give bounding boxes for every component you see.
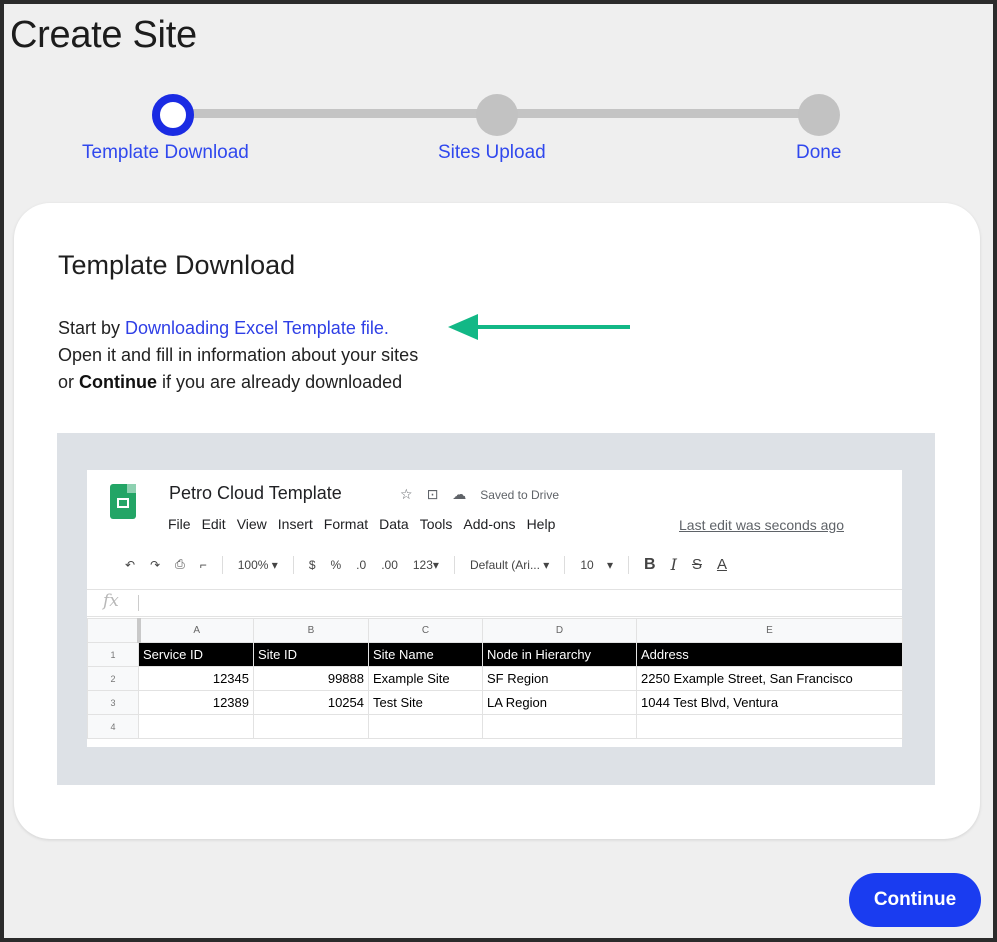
table-cell: 12389 xyxy=(138,690,254,715)
font-select: Default (Ari... ▾ xyxy=(469,557,550,572)
spreadsheet-title: Petro Cloud Template xyxy=(169,483,342,503)
increase-decimal: .00 xyxy=(381,557,398,572)
table-cell xyxy=(253,714,369,739)
table-cell: 99888 xyxy=(253,666,369,691)
table-cell: LA Region xyxy=(482,690,637,715)
row-number: 4 xyxy=(87,714,139,739)
saved-status: Saved to Drive xyxy=(480,487,559,502)
corner-cell xyxy=(87,618,141,643)
toolbar-divider xyxy=(292,555,294,574)
table-cell xyxy=(368,714,483,739)
move-folder-icon: ⊡ xyxy=(426,486,439,502)
step-label-done: Done xyxy=(796,142,842,163)
pointer-arrow-icon xyxy=(448,314,630,340)
header-cell: Site Name xyxy=(368,642,483,667)
continue-button[interactable]: Continue xyxy=(849,873,981,927)
table-cell xyxy=(636,714,903,739)
step-dot-sites-upload[interactable] xyxy=(476,94,518,136)
column-header: D xyxy=(482,618,637,643)
spreadsheet-grid: A B C D E 1 Service ID Site ID Site Name… xyxy=(87,618,903,739)
instruction-continue-word: Continue xyxy=(79,372,158,392)
last-edit-text: Last edit was seconds ago xyxy=(679,517,844,533)
toolbar-divider xyxy=(221,555,223,574)
number-format-select: 123▾ xyxy=(412,557,439,572)
bold-button: B xyxy=(644,555,656,573)
header-cell: Node in Hierarchy xyxy=(482,642,637,667)
menu-format: Format xyxy=(323,516,369,532)
table-cell xyxy=(138,714,254,739)
page-title: Create Site xyxy=(10,14,197,56)
sheets-logo-icon xyxy=(110,484,136,519)
menu-data: Data xyxy=(379,516,409,532)
star-icon: ☆ xyxy=(400,486,413,502)
text-color-button: A xyxy=(716,556,727,573)
row-number: 2 xyxy=(87,666,139,691)
redo-icon: ↷ xyxy=(150,557,161,572)
menu-tools: Tools xyxy=(419,516,453,532)
title-icons: ☆ ⊡ ☁ Saved to Drive xyxy=(400,486,559,503)
italic-button: I xyxy=(670,555,677,574)
font-size-select: 10 ▾ xyxy=(580,557,614,572)
spreadsheet-menubar: File Edit View Insert Format Data Tools … xyxy=(168,516,566,532)
cloud-icon: ☁ xyxy=(452,486,467,502)
table-row: 4 xyxy=(87,714,903,739)
header-cell: Address xyxy=(636,642,903,667)
menu-view: View xyxy=(236,516,267,532)
formula-bar-divider xyxy=(138,595,139,611)
column-header: B xyxy=(253,618,369,643)
menu-help: Help xyxy=(526,516,556,532)
table-header-row: 1 Service ID Site ID Site Name Node in H… xyxy=(87,642,903,667)
card-title: Template Download xyxy=(58,250,296,280)
step-label-sites-upload: Sites Upload xyxy=(438,142,546,163)
column-header: C xyxy=(368,618,483,643)
table-cell: 12345 xyxy=(138,666,254,691)
formula-bar xyxy=(87,589,902,617)
instruction-or: or xyxy=(58,372,80,392)
toolbar-divider xyxy=(564,555,566,574)
column-header: A xyxy=(138,618,254,643)
decrease-decimal: .0 xyxy=(356,557,367,572)
zoom-select: 100% ▾ xyxy=(237,557,278,572)
column-header: E xyxy=(636,618,903,643)
instruction-line-3: or Continue if you are already downloade… xyxy=(58,369,418,396)
table-cell xyxy=(482,714,637,739)
row-number: 3 xyxy=(87,690,139,715)
toolbar-divider xyxy=(453,555,455,574)
menu-edit: Edit xyxy=(201,516,226,532)
strikethrough-button: S xyxy=(691,556,702,573)
table-cell: 10254 xyxy=(253,690,369,715)
step-label-template-download: Template Download xyxy=(82,142,249,163)
spreadsheet-toolbar: ↶ ↷ ⎙ ⌐ 100% ▾ $ % .0 .00 123▾ Default (… xyxy=(125,555,742,574)
menu-file: File xyxy=(168,516,191,532)
table-row: 2 12345 99888 Example Site SF Region 225… xyxy=(87,666,903,691)
step-dot-template-download[interactable] xyxy=(152,94,194,136)
percent-format: % xyxy=(330,557,342,572)
print-icon: ⎙ xyxy=(175,557,185,571)
table-cell: 2250 Example Street, San Francisco xyxy=(636,666,903,691)
table-row: 3 12389 10254 Test Site LA Region 1044 T… xyxy=(87,690,903,715)
header-cell: Service ID xyxy=(138,642,254,667)
column-header-row: A B C D E xyxy=(87,618,903,643)
download-template-link[interactable]: Downloading Excel Template file. xyxy=(125,318,389,338)
table-cell: 1044 Test Blvd, Ventura xyxy=(636,690,903,715)
table-cell: Test Site xyxy=(368,690,483,715)
instruction-suffix: if you are already downloaded xyxy=(157,372,403,392)
instruction-line-1: Start by Downloading Excel Template file… xyxy=(58,315,418,342)
menu-insert: Insert xyxy=(277,516,313,532)
row-number: 1 xyxy=(87,642,139,667)
step-dot-done[interactable] xyxy=(798,94,840,136)
toolbar-divider xyxy=(628,555,630,574)
menu-addons: Add-ons xyxy=(463,516,516,532)
table-cell: Example Site xyxy=(368,666,483,691)
currency-format: $ xyxy=(308,557,316,572)
instruction-prefix: Start by xyxy=(58,318,126,338)
paint-format-icon: ⌐ xyxy=(199,557,207,572)
undo-icon: ↶ xyxy=(125,557,136,572)
header-cell: Site ID xyxy=(253,642,369,667)
fx-label: fx xyxy=(103,591,119,611)
instructions: Start by Downloading Excel Template file… xyxy=(58,315,418,396)
instruction-line-2: Open it and fill in information about yo… xyxy=(58,345,419,365)
table-cell: SF Region xyxy=(482,666,637,691)
